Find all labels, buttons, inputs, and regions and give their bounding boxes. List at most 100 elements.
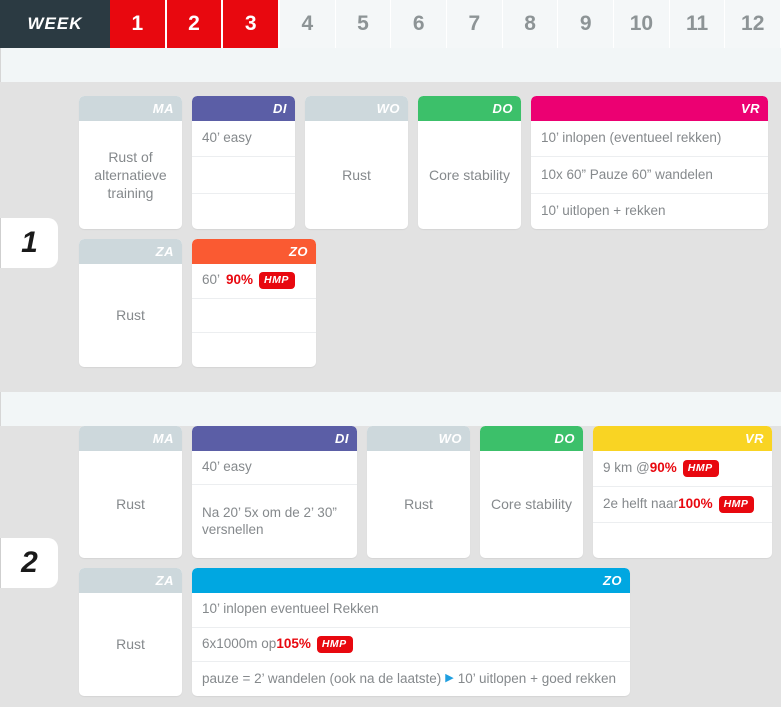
day-text-za: Rust xyxy=(116,307,145,324)
day-body-wo: Rust xyxy=(305,121,408,229)
week-tab-9[interactable]: 9 xyxy=(558,0,615,48)
day-card-vr-week1[interactable]: VR 10’ inlopen (eventueel rekken) 10x 60… xyxy=(531,96,768,229)
workout-line-empty xyxy=(192,194,295,229)
workout-line: 40’ easy xyxy=(192,451,357,485)
week-tab-6[interactable]: 6 xyxy=(391,0,448,48)
week-block-1: 1 MA Rust of alternatieve training DI 40… xyxy=(0,82,781,392)
week2-row-sat-sun: ZA Rust ZO 10’ inlopen eventueel Rekken … xyxy=(79,568,630,696)
week-tab-10[interactable]: 10 xyxy=(614,0,670,48)
day-card-za-week2[interactable]: ZA Rust xyxy=(79,568,182,696)
workout-line: pauze = 2’ wandelen (ook na de laatste) … xyxy=(192,662,630,696)
day-body-za: Rust xyxy=(79,593,182,696)
day-header-za: ZA xyxy=(79,239,182,264)
day-header-za: ZA xyxy=(79,568,182,593)
week2-row-mon-fri: MA Rust DI 40’ easy Na 20’ 5x om de 2’ 3… xyxy=(79,426,772,558)
day-body-wo: Rust xyxy=(367,451,470,558)
day-text-wo: Rust xyxy=(342,166,371,183)
day-body-vr: 9 km @ 90% HMP 2e helft naar 100% HMP xyxy=(593,451,772,558)
workout-line-empty xyxy=(192,299,316,334)
day-card-do-week2[interactable]: DO Core stability xyxy=(480,426,583,558)
day-body-do: Core stability xyxy=(480,451,583,558)
day-header-ma: MA xyxy=(79,426,182,451)
week-tab-4[interactable]: 4 xyxy=(280,0,336,48)
hmp-badge: HMP xyxy=(682,459,719,478)
week1-row-sat-sun: ZA Rust ZO 60’ 90% HMP xyxy=(79,239,316,367)
day-card-vr-week2[interactable]: VR 9 km @ 90% HMP 2e helft naar 100% HMP xyxy=(593,426,772,558)
day-header-di: DI xyxy=(192,96,295,121)
day-text-za: Rust xyxy=(116,636,145,653)
day-body-zo: 60’ 90% HMP xyxy=(192,264,316,367)
day-text-ma: Rust xyxy=(116,496,145,513)
day-card-ma-week1[interactable]: MA Rust of alternatieve training xyxy=(79,96,182,229)
day-text-do: Core stability xyxy=(429,166,510,183)
week-tab-bar: WEEK 1 2 3 4 5 6 7 8 9 10 11 12 xyxy=(0,0,781,48)
day-text-wo: Rust xyxy=(404,496,433,513)
week-number-badge-1: 1 xyxy=(0,218,58,268)
week-tab-1[interactable]: 1 xyxy=(110,0,167,48)
hmp-badge: HMP xyxy=(316,635,353,654)
week-block-2: 2 MA Rust DI 40’ easy Na 20’ 5x om de 2’… xyxy=(0,426,781,707)
week-tab-7[interactable]: 7 xyxy=(447,0,503,48)
workout-text: pauze = 2’ wandelen (ook na de laatste) xyxy=(202,670,442,686)
day-card-di-week1[interactable]: DI 40’ easy xyxy=(192,96,295,229)
day-card-zo-week2[interactable]: ZO 10’ inlopen eventueel Rekken 6x1000m … xyxy=(192,568,630,696)
workout-text: 6x1000m op xyxy=(202,636,277,652)
play-arrow-icon: ▶ xyxy=(445,672,454,685)
workout-text: 2e helft naar xyxy=(603,496,679,512)
week-tab-8[interactable]: 8 xyxy=(502,0,559,48)
day-body-do: Core stability xyxy=(418,121,521,229)
day-card-zo-week1[interactable]: ZO 60’ 90% HMP xyxy=(192,239,316,367)
day-card-za-week1[interactable]: ZA Rust xyxy=(79,239,182,367)
day-header-vr: VR xyxy=(531,96,768,121)
day-header-wo: WO xyxy=(367,426,470,451)
week-number-badge-2: 2 xyxy=(0,538,58,588)
week1-row-mon-fri: MA Rust of alternatieve training DI 40’ … xyxy=(79,96,768,229)
hmp-badge: HMP xyxy=(718,495,755,514)
week-tab-12[interactable]: 12 xyxy=(725,0,781,48)
day-body-vr: 10’ inlopen (eventueel rekken) 10x 60” P… xyxy=(531,121,768,229)
day-card-wo-week1[interactable]: WO Rust xyxy=(305,96,408,229)
workout-line: 10’ inlopen (eventueel rekken) xyxy=(531,121,768,158)
day-body-ma: Rust xyxy=(79,451,182,558)
workout-line: 6x1000m op 105% HMP xyxy=(192,628,630,663)
workout-line-empty xyxy=(192,333,316,367)
week-tab-2[interactable]: 2 xyxy=(166,0,224,48)
day-header-ma: MA xyxy=(79,96,182,121)
workout-line: Na 20’ 5x om de 2’ 30” versnellen xyxy=(202,504,337,537)
workout-line-empty xyxy=(593,523,772,558)
day-text-ma: Rust of alternatieve training xyxy=(94,148,167,202)
day-header-di: DI xyxy=(192,426,357,451)
day-body-di: 40’ easy xyxy=(192,121,295,229)
intensity-percent: 105% xyxy=(276,636,311,652)
day-card-do-week1[interactable]: DO Core stability xyxy=(418,96,521,229)
week-tab-3[interactable]: 3 xyxy=(223,0,281,48)
day-header-wo: WO xyxy=(305,96,408,121)
intensity-percent: 90% xyxy=(649,460,677,476)
intensity-percent: 90% xyxy=(226,272,254,288)
separator-band-bottom xyxy=(0,392,781,426)
workout-line: 60’ 90% HMP xyxy=(192,264,316,299)
workout-line: 10x 60” Pauze 60” wandelen xyxy=(531,157,768,194)
week-bar-label: WEEK xyxy=(0,0,110,48)
day-text-do: Core stability xyxy=(491,496,572,513)
workout-text: 10’ uitlopen + goed rekken xyxy=(457,670,617,686)
day-body-zo: 10’ inlopen eventueel Rekken 6x1000m op … xyxy=(192,593,630,696)
day-body-ma: Rust of alternatieve training xyxy=(79,121,182,229)
day-card-wo-week2[interactable]: WO Rust xyxy=(367,426,470,558)
day-card-di-week2[interactable]: DI 40’ easy Na 20’ 5x om de 2’ 30” versn… xyxy=(192,426,357,558)
day-body-di: 40’ easy Na 20’ 5x om de 2’ 30” versnell… xyxy=(192,451,357,558)
workout-line: 9 km @ 90% HMP xyxy=(593,451,772,487)
week-tab-5[interactable]: 5 xyxy=(335,0,392,48)
duration-value: 60’ xyxy=(202,272,221,288)
workout-line: 2e helft naar 100% HMP xyxy=(593,487,772,523)
workout-line-empty xyxy=(192,157,295,194)
week-tabs: WEEK 1 2 3 4 5 6 7 8 9 10 11 12 xyxy=(0,0,781,48)
workout-line: 10’ inlopen eventueel Rekken xyxy=(192,593,630,628)
day-header-do: DO xyxy=(418,96,521,121)
day-header-zo: ZO xyxy=(192,239,316,264)
hmp-badge: HMP xyxy=(259,272,295,290)
day-header-zo: ZO xyxy=(192,568,630,593)
week-tab-11[interactable]: 11 xyxy=(669,0,726,48)
day-body-za: Rust xyxy=(79,264,182,367)
day-card-ma-week2[interactable]: MA Rust xyxy=(79,426,182,558)
